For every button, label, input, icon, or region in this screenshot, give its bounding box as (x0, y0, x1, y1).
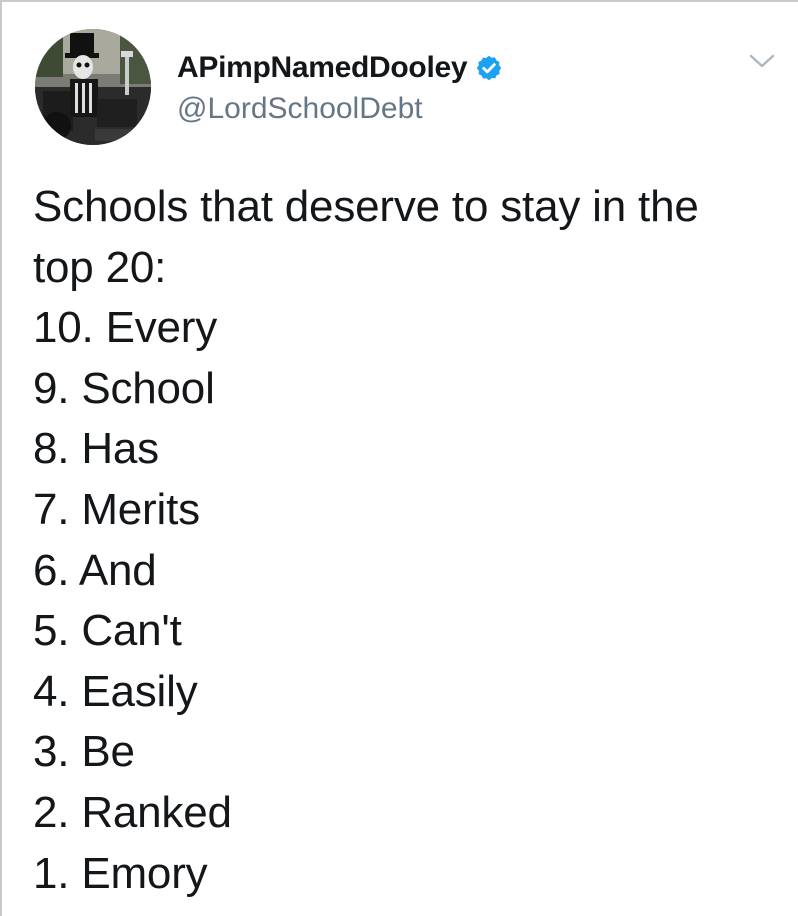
list-item: 9. School (33, 363, 215, 413)
list-item: 1. Emory (33, 848, 208, 898)
author-name-row[interactable]: APimpNamedDooley (177, 48, 503, 88)
list-item: 3. Be (33, 727, 135, 777)
tweet-card: APimpNamedDooley @LordSchoolDebt Schools… (0, 0, 798, 916)
avatar-photo (35, 29, 151, 145)
list-item: 6. And (33, 545, 157, 595)
list-item: 2. Ranked (33, 787, 232, 837)
list-item: 10. Every (33, 303, 218, 353)
list-item: 5. Can't (33, 606, 182, 656)
avatar[interactable] (35, 29, 151, 145)
tweet-text-line: Schools that deserve to stay in the (33, 182, 699, 231)
chevron-down-icon[interactable] (747, 50, 777, 72)
user-handle[interactable]: @LordSchoolDebt (177, 92, 423, 126)
list-item: 7. Merits (33, 484, 200, 534)
list-item: 4. Easily (33, 666, 198, 716)
display-name[interactable]: APimpNamedDooley (177, 51, 468, 85)
tweet-text-line: top 20: (33, 242, 167, 292)
tweet-text: Schools that deserve to stay in the top … (33, 177, 783, 904)
list-item: 8. Has (33, 424, 159, 474)
verified-badge-icon (477, 55, 502, 81)
